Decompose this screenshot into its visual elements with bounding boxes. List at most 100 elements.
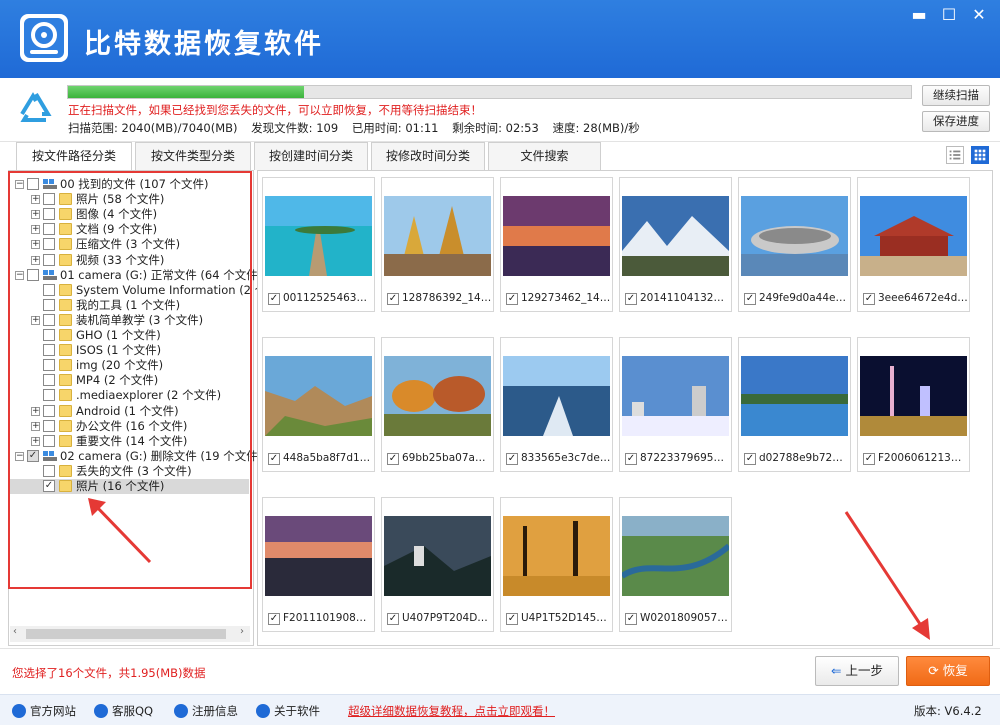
file-checkbox[interactable]: ✓ [268,293,280,305]
tree-row[interactable]: img (20 个文件) [9,358,249,373]
close-button[interactable]: ✕ [964,4,994,26]
file-card[interactable]: ✓W020180905726... [619,497,732,632]
scroll-left-icon[interactable]: ‹ [13,626,17,637]
expand-icon[interactable]: + [31,240,40,250]
file-card[interactable]: ✓F2006061213423... [857,337,970,472]
tree-row[interactable]: GHO (1 个文件) [9,328,249,343]
expand-icon[interactable]: + [31,315,40,325]
tree-checkbox[interactable] [43,419,55,432]
file-checkbox[interactable]: ✓ [863,453,875,465]
file-checkbox[interactable]: ✓ [506,453,518,465]
tree-row[interactable]: + Android (1 个文件) [9,404,249,419]
tree-row[interactable]: 丢失的文件 (3 个文件) [9,464,249,479]
file-checkbox[interactable]: ✓ [268,613,280,625]
minimize-button[interactable]: ▬ [904,4,934,26]
tree-checkbox[interactable] [43,283,55,296]
tree-row[interactable]: MP4 (2 个文件) [9,373,249,388]
expand-icon[interactable]: + [31,406,40,416]
tree-checkbox[interactable] [43,344,55,357]
register-info-link[interactable]: 注册信息 [174,703,238,719]
file-card[interactable]: ✓ 249fe9d0a44e4d... [738,177,851,312]
tree-checkbox[interactable] [43,464,55,477]
file-card[interactable]: ✓00112525463508... [262,177,375,312]
tree-row[interactable]: System Volume Information (2 个文 [9,283,278,298]
tree-row[interactable]: 我的工具 (1 个文件) [9,298,249,313]
previous-step-button[interactable]: ⇐ 上一步 [815,656,899,686]
tree-row[interactable]: + 重要文件 (14 个文件) [9,434,249,449]
collapse-icon[interactable]: − [15,451,24,461]
scrollbar-thumb[interactable] [26,629,226,639]
collapse-icon[interactable]: − [15,180,24,189]
file-card[interactable]: ✓87223379695800... [619,337,732,472]
tree-checkbox[interactable] [43,223,55,236]
tab-create-time[interactable]: 按创建时间分类 [254,142,368,170]
tree-row[interactable]: + 照片 (58 个文件) [9,192,249,207]
expand-icon[interactable]: + [31,195,40,205]
file-checkbox[interactable]: ✓ [506,293,518,305]
file-checkbox[interactable]: ✓ [625,453,637,465]
tutorial-link[interactable]: 超级详细数据恢复教程，点击立即观看！ [348,703,555,719]
file-checkbox[interactable]: ✓ [387,453,399,465]
folder-tree-panel[interactable]: − 00 找到的文件 (107 个文件) + 照片 (58 个文件) + 图像 (4 个文… [8,170,278,646]
tab-file-path[interactable]: 按文件路径分类 [16,142,132,171]
file-checkbox[interactable]: ✓ [625,293,637,305]
tab-file-search[interactable]: 文件搜索 [488,142,601,170]
file-checkbox[interactable]: ✓ [506,613,518,625]
file-card[interactable]: ✓U407P9T204D247... [381,497,494,632]
official-site-link[interactable]: 官方网站 [12,703,76,719]
tree-checkbox[interactable] [27,178,39,190]
tab-modify-time[interactable]: 按修改时间分类 [371,142,485,170]
file-checkbox[interactable]: ✓ [625,613,637,625]
tree-horizontal-scrollbar[interactable]: ‹ › [10,626,250,642]
tree-checkbox[interactable] [43,329,55,341]
tree-checkbox[interactable]: ✓ [27,449,39,462]
expand-icon[interactable]: + [31,255,40,265]
tree-checkbox[interactable] [43,208,55,221]
tree-checkbox[interactable] [27,268,39,281]
tab-file-type[interactable]: 按文件类型分类 [135,142,251,170]
tree-row[interactable]: ISOS (1 个文件) [9,343,249,358]
file-checkbox[interactable]: ✓ [744,453,756,465]
file-checkbox[interactable]: ✓ [387,613,399,625]
tree-row[interactable]: + 压缩文件 (3 个文件) [9,237,249,252]
tree-checkbox[interactable] [43,434,55,447]
file-card[interactable]: ✓129273462_1473... [500,177,613,312]
list-view-icon[interactable] [946,146,964,164]
file-card[interactable]: ✓448a5ba8f7d119... [262,337,375,472]
tree-row[interactable]: + 装机简单教学 (3 个文件) [9,313,249,328]
tree-row[interactable]: − 01 camera (G:) 正常文件 (64 个文件) [9,268,262,283]
tree-checkbox[interactable] [43,253,55,266]
file-checkbox[interactable]: ✓ [387,293,399,305]
file-checkbox[interactable]: ✓ [744,293,756,305]
tree-row[interactable]: ✓ 照片 (16 个文件) [9,479,249,494]
tree-checkbox[interactable] [43,389,55,402]
tree-row[interactable]: − ✓ 02 camera (G:) 删除文件 (19 个文件) [9,449,262,464]
thumbnail-view-icon[interactable] [971,146,989,164]
tree-row[interactable]: + 视频 (33 个文件) [9,253,249,268]
tree-checkbox[interactable] [43,359,55,372]
continue-scan-button[interactable]: 继续扫描 [922,85,990,106]
file-card[interactable]: ✓3eee64672e4d42... [857,177,970,312]
tree-checkbox[interactable] [43,193,55,206]
file-card[interactable]: ✓69bb25ba07a74b... [381,337,494,472]
file-card[interactable]: ✓d02788e9b72b16... [738,337,851,472]
tree-checkbox[interactable] [43,298,55,311]
about-link[interactable]: 关于软件 [256,703,320,719]
tree-checkbox[interactable] [43,404,55,417]
recover-button[interactable]: ⟳ 恢复 [906,656,990,686]
tree-row[interactable]: + 文档 (9 个文件) [9,222,249,237]
save-progress-button[interactable]: 保存进度 [922,111,990,132]
tree-row[interactable]: .mediaexplorer (2 个文件) [9,388,249,403]
tree-checkbox[interactable] [43,374,55,387]
expand-icon[interactable]: + [31,436,40,446]
expand-icon[interactable]: + [31,210,40,220]
file-card[interactable]: ✓128786392_1457... [381,177,494,312]
maximize-button[interactable]: ☐ [934,4,964,26]
tree-checkbox[interactable] [43,313,55,326]
file-card[interactable]: ✓U4P1T52D145F10... [500,497,613,632]
expand-icon[interactable]: + [31,225,40,235]
tree-row[interactable]: + 办公文件 (16 个文件) [9,419,249,434]
file-checkbox[interactable]: ✓ [268,453,280,465]
file-card[interactable]: ✓20141104132350... [619,177,732,312]
collapse-icon[interactable]: − [15,270,24,280]
